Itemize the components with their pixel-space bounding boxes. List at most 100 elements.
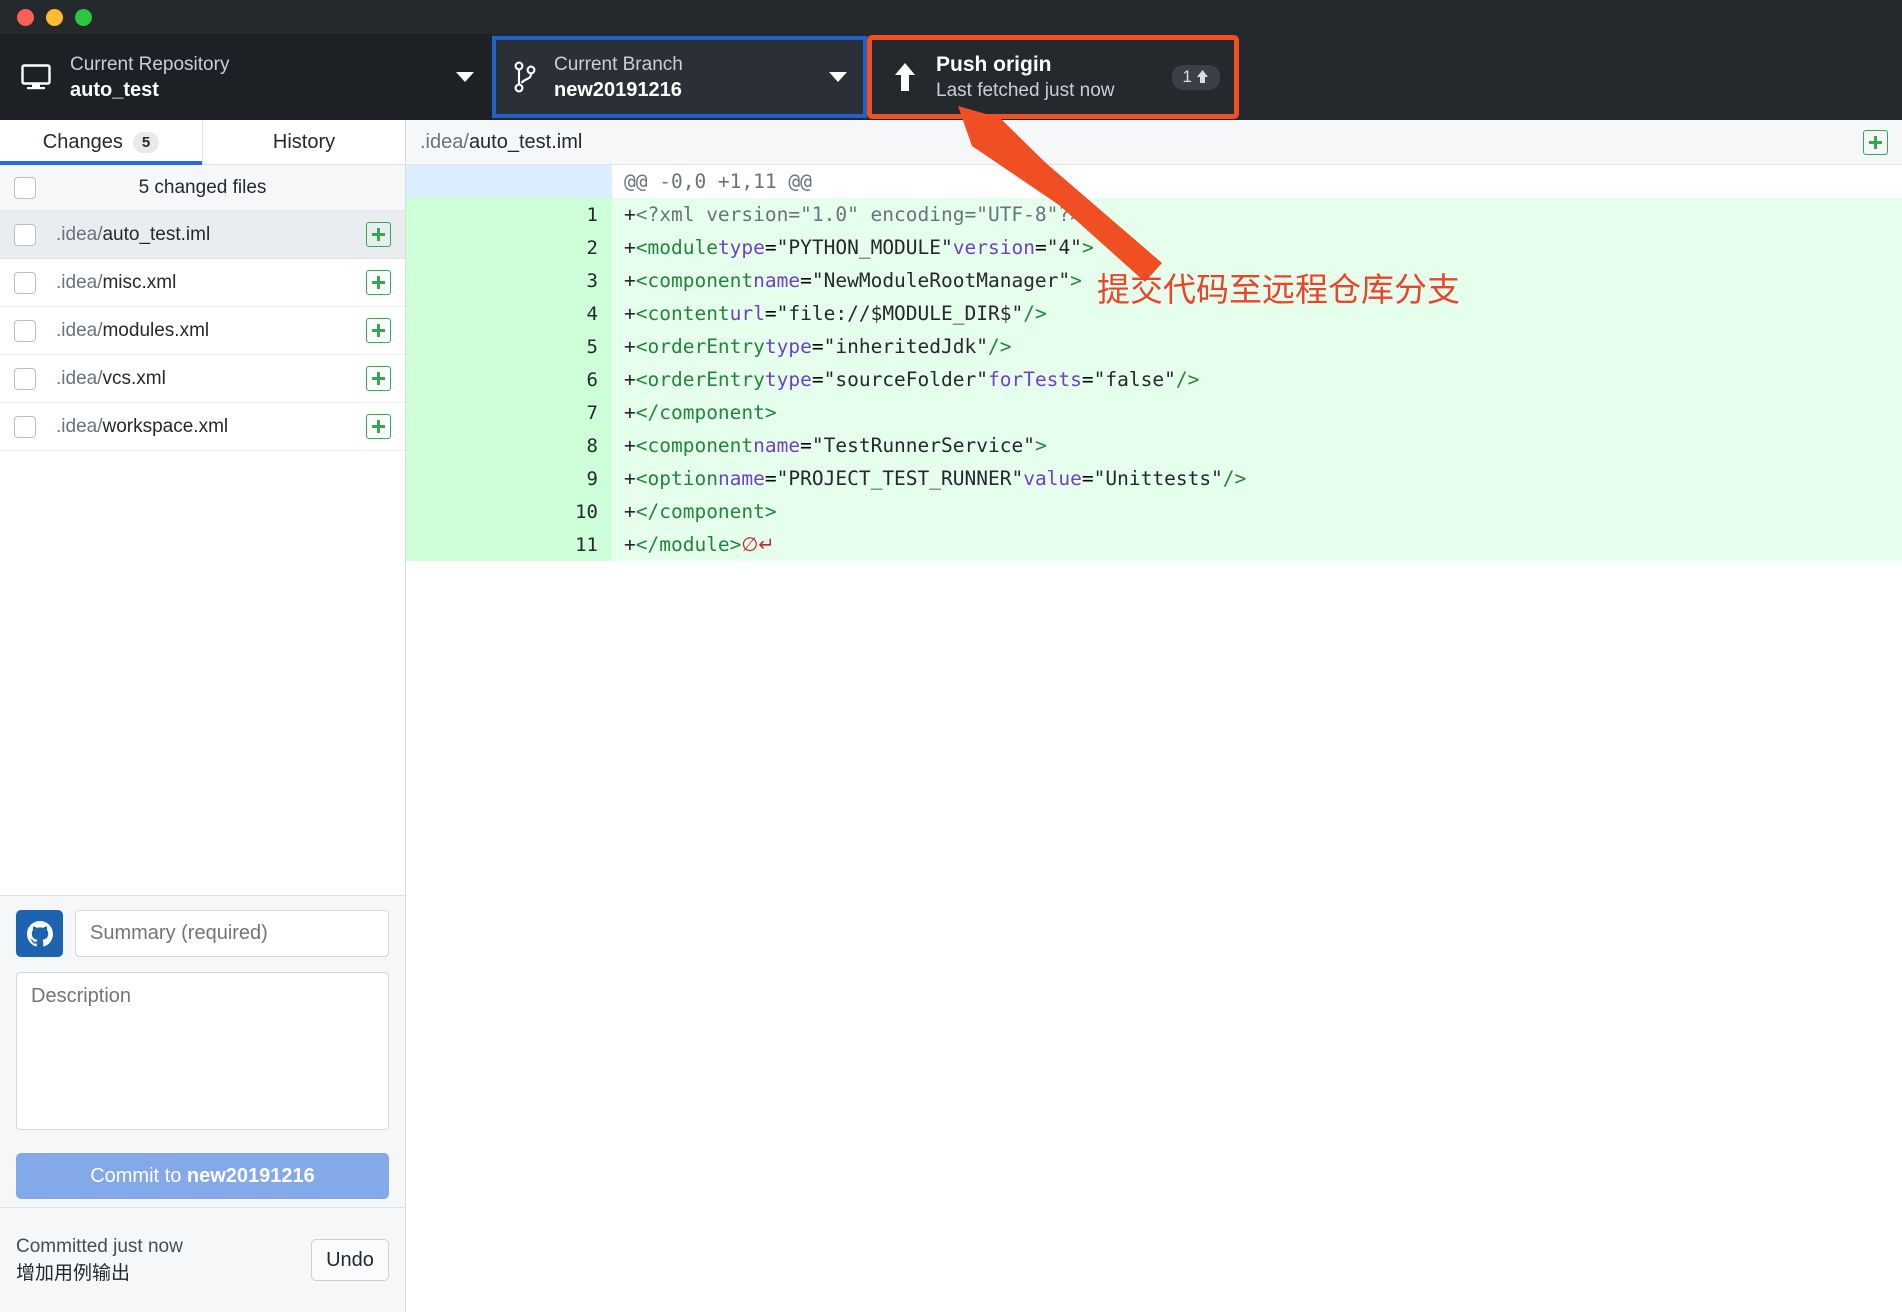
file-status-added-icon <box>366 270 391 295</box>
file-row[interactable]: .idea/auto_test.iml <box>0 211 405 259</box>
select-all-checkbox[interactable] <box>14 176 36 199</box>
chevron-down-icon <box>456 72 474 82</box>
diff-line-added[interactable]: 9 + <option name = "PROJECT_TEST_RUNNER" va… <box>406 462 1902 495</box>
diff-line-number: 5 <box>586 335 598 358</box>
commit-button[interactable]: Commit to new20191216 <box>16 1153 389 1199</box>
commit-summary-input[interactable] <box>75 910 389 957</box>
changed-files-list: .idea/auto_test.iml .idea/misc.xml .idea/m… <box>0 211 405 451</box>
close-window-button[interactable] <box>17 9 34 26</box>
monitor-icon <box>14 64 58 90</box>
file-path-label: .idea/auto_test.iml <box>56 223 211 245</box>
file-path-label: .idea/vcs.xml <box>56 367 166 389</box>
diff-line-number: 9 <box>586 467 598 490</box>
diff-gutter-old <box>406 495 509 528</box>
diff-gutter-new: 4 <box>509 297 612 330</box>
minimize-window-button[interactable] <box>46 9 63 26</box>
diff-line-number: 4 <box>586 302 598 325</box>
diff-line-code: + </component > <box>624 500 777 523</box>
diff-line-number: 2 <box>586 236 598 259</box>
github-avatar-icon <box>16 910 63 957</box>
diff-line-added[interactable]: 2 + <module type = "PYTHON_MODULE" version = "… <box>406 231 1902 264</box>
tab-history[interactable]: History <box>203 120 405 164</box>
tab-changes-label: Changes <box>42 130 123 153</box>
push-origin-subtitle: Last fetched just now <box>936 79 1115 101</box>
diff-gutter-new: 10 <box>509 495 612 528</box>
chevron-down-icon <box>829 72 847 82</box>
diff-line-code: + <module type = "PYTHON_MODULE" version = "4… <box>624 236 1094 259</box>
diff-gutter-old <box>406 462 509 495</box>
diff-file-path: .idea/auto_test.iml <box>420 131 1863 154</box>
last-commit-message: 增加用例输出 <box>16 1263 131 1284</box>
diff-line-number: 6 <box>586 368 598 391</box>
diff-gutter-new: 6 <box>509 363 612 396</box>
push-origin-label: Push origin <box>936 52 1052 76</box>
diff-gutter-old <box>406 363 509 396</box>
file-row[interactable]: .idea/workspace.xml <box>0 403 405 451</box>
commit-area: Commit to new20191216 <box>0 895 405 1207</box>
file-stage-checkbox[interactable] <box>14 319 36 342</box>
file-stage-checkbox[interactable] <box>14 223 36 246</box>
diff-line-added[interactable]: 1 + <?xml version="1.0" encoding="UTF-8"?> <box>406 198 1902 231</box>
file-path-label: .idea/misc.xml <box>56 271 177 293</box>
diff-gutter-new: 9 <box>509 462 612 495</box>
push-origin-button[interactable]: Push origin Last fetched just now 1 <box>867 35 1239 119</box>
diff-gutter-old <box>406 231 509 264</box>
diff-line-added[interactable]: 11 + </module > ∅↵ <box>406 528 1902 561</box>
current-branch-value: new20191216 <box>554 78 682 101</box>
diff-line-number: 1 <box>586 203 598 226</box>
tab-history-label: History <box>272 130 336 153</box>
diff-line-added[interactable]: 8 + <component name = "TestRunnerService" > <box>406 429 1902 462</box>
file-row[interactable]: .idea/vcs.xml <box>0 355 405 403</box>
diff-line-number: 7 <box>586 401 598 424</box>
badge-arrow-up-icon <box>1197 70 1208 83</box>
diff-line-code: + <orderEntry type = "inheritedJdk" /> <box>624 335 1012 358</box>
diff-line-number: 10 <box>575 500 598 523</box>
diff-gutter-old <box>406 297 509 330</box>
diff-hunk-header-row: @@ -0,0 +1,11 @@ <box>406 165 1902 198</box>
diff-gutter-new: 8 <box>509 429 612 462</box>
commit-description-input[interactable] <box>16 972 389 1130</box>
commit-summary-row <box>16 910 389 957</box>
diff-file-header: .idea/auto_test.iml <box>406 120 1902 165</box>
diff-line-code: + <?xml version="1.0" encoding="UTF-8"?> <box>624 203 1082 226</box>
diff-line-added[interactable]: 10 + </component > <box>406 495 1902 528</box>
traffic-light-buttons <box>17 9 92 26</box>
current-repository-label: Current Repository <box>70 53 230 75</box>
app-toolbar: Current Repository auto_test Current Bra… <box>0 34 1902 120</box>
branch-icon <box>508 61 542 93</box>
diff-gutter-old <box>406 528 509 561</box>
maximize-window-button[interactable] <box>75 9 92 26</box>
file-stage-checkbox[interactable] <box>14 367 36 390</box>
file-row[interactable]: .idea/misc.xml <box>0 259 405 307</box>
diff-line-added[interactable]: 7 + </component > <box>406 396 1902 429</box>
file-status-added-icon <box>366 318 391 343</box>
file-stage-checkbox[interactable] <box>14 415 36 438</box>
current-repository-button[interactable]: Current Repository auto_test <box>0 34 492 120</box>
github-desktop-window: Current Repository auto_test Current Bra… <box>0 0 1902 1312</box>
diff-line-number: 3 <box>586 269 598 292</box>
diff-line-added[interactable]: 5 + <orderEntry type = "inheritedJdk" /> <box>406 330 1902 363</box>
file-status-added-icon <box>366 414 391 439</box>
commit-status-texts: Committed just now 增加用例输出 <box>16 1233 311 1287</box>
diff-gutter-old <box>406 198 509 231</box>
diff-gutter-old <box>406 429 509 462</box>
diff-gutter-new: 7 <box>509 396 612 429</box>
undo-commit-button[interactable]: Undo <box>311 1239 389 1281</box>
diff-line-added[interactable]: 6 + <orderEntry type = "sourceFolder" forTe… <box>406 363 1902 396</box>
diff-gutter-old <box>406 396 509 429</box>
changed-files-header: 5 changed files <box>0 165 405 211</box>
diff-gutter-new: 11 <box>509 528 612 561</box>
diff-gutter-new <box>509 165 612 198</box>
commit-button-prefix: Commit to <box>90 1164 187 1187</box>
diff-gutter-old <box>406 330 509 363</box>
left-sidebar: Changes 5 History 5 changed files .idea/… <box>0 120 406 1312</box>
file-row[interactable]: .idea/modules.xml <box>0 307 405 355</box>
push-origin-container: Push origin Last fetched just now 1 <box>867 34 1247 120</box>
diff-content: @@ -0,0 +1,11 @@ 1 + <?xml version="1.0" en… <box>406 165 1902 561</box>
diff-line-code: + </module > ∅↵ <box>624 533 775 556</box>
plus-box-icon[interactable] <box>1863 129 1888 155</box>
current-branch-label: Current Branch <box>554 53 683 75</box>
file-stage-checkbox[interactable] <box>14 271 36 294</box>
tab-changes[interactable]: Changes 5 <box>0 120 203 165</box>
current-branch-button[interactable]: Current Branch new20191216 <box>492 36 867 118</box>
